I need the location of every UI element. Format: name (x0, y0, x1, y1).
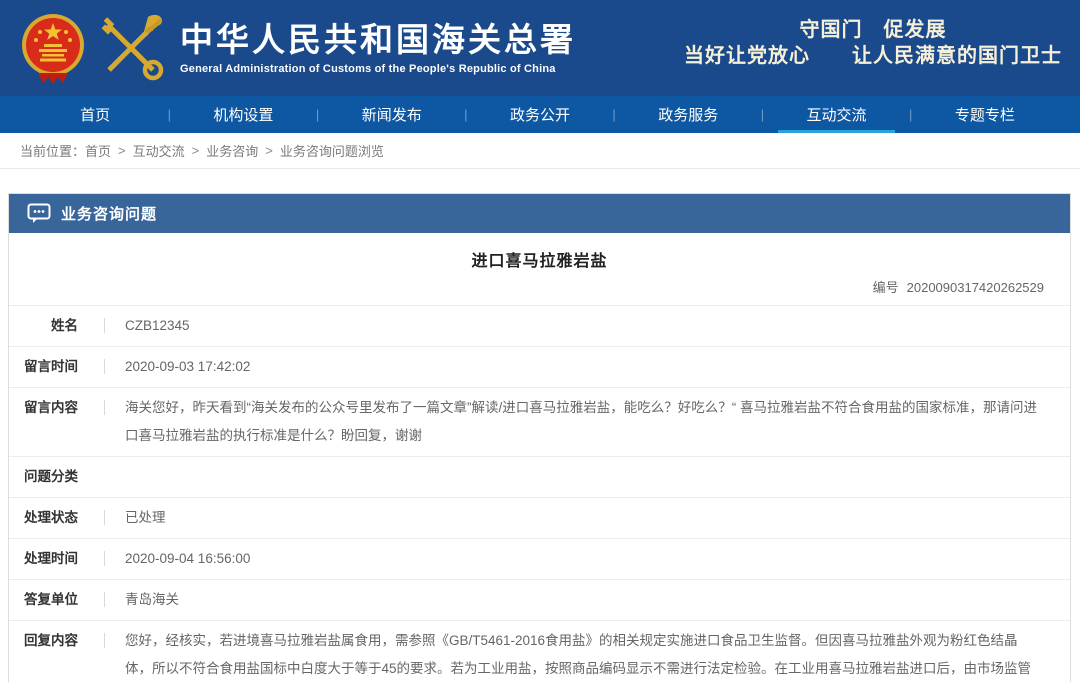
field-label: 留言内容 (9, 388, 104, 428)
subject-block: 进口喜马拉雅岩盐 编号 2020090317420262529 (9, 233, 1070, 306)
nav-separator: | (757, 96, 767, 133)
breadcrumb-link-home[interactable]: 首页 (85, 141, 111, 160)
table-row-message-content: 留言内容 海关您好，昨天看到“海关发布的公众号里发布了一篇文章”解读/进口喜马拉… (9, 388, 1070, 457)
slogan-line-1: 守国门 促发展 (684, 17, 1062, 43)
field-value: 您好，经核实，若进境喜马拉雅岩盐属食用，需参照《GB/T5461-2016食用盐… (105, 621, 1070, 682)
serial-label: 编号 (873, 280, 899, 295)
customs-key-caduceus-icon (96, 11, 166, 85)
nav-item-organization[interactable]: 机构设置 (174, 96, 312, 133)
slogan-block: 守国门 促发展 当好让党放心 让人民满意的国门卫士 (684, 17, 1062, 69)
field-value: 青岛海关 (105, 580, 1070, 620)
site-title: 中华人民共和国海关总署 (180, 22, 576, 58)
comment-bubble-icon (27, 203, 51, 225)
field-label: 回复内容 (9, 621, 104, 661)
field-value (105, 457, 1070, 497)
table-row-status: 处理状态 已处理 (9, 498, 1070, 539)
serial-line: 编号 2020090317420262529 (35, 277, 1044, 296)
table-row-name: 姓名 CZB12345 (9, 306, 1070, 347)
consultation-panel: 业务咨询问题 进口喜马拉雅岩盐 编号 2020090317420262529 姓名… (8, 193, 1071, 682)
breadcrumb-separator: > (265, 143, 273, 158)
field-value: 2020-09-03 17:42:02 (105, 347, 1070, 387)
serial-number: 2020090317420262529 (907, 280, 1044, 295)
nav-item-gov-disclosure[interactable]: 政务公开 (471, 96, 609, 133)
field-label: 留言时间 (9, 347, 104, 387)
field-label: 问题分类 (9, 457, 104, 497)
nav-separator: | (313, 96, 323, 133)
site-subtitle: General Administration of Customs of the… (180, 63, 576, 75)
breadcrumb-separator: > (192, 143, 200, 158)
breadcrumb-prefix: 当前位置： (20, 141, 85, 160)
nav-separator: | (609, 96, 619, 133)
nav-item-interaction[interactable]: 互动交流 (767, 96, 905, 133)
field-value: 已处理 (105, 498, 1070, 538)
nav-item-gov-services[interactable]: 政务服务 (619, 96, 757, 133)
slogan-line-2: 当好让党放心 让人民满意的国门卫士 (684, 43, 1062, 69)
breadcrumb: 当前位置： 首页 > 互动交流 > 业务咨询 > 业务咨询问题浏览 (0, 133, 1080, 169)
field-value: 2020-09-04 16:56:00 (105, 539, 1070, 579)
breadcrumb-link-consultation[interactable]: 业务咨询 (206, 141, 258, 160)
breadcrumb-separator: > (118, 143, 126, 158)
nav-item-special-topics[interactable]: 专题专栏 (916, 96, 1054, 133)
main-nav: 首页 | 机构设置 | 新闻发布 | 政务公开 | 政务服务 | 互动交流 | … (0, 96, 1080, 133)
breadcrumb-link-interaction[interactable]: 互动交流 (133, 141, 185, 160)
panel-header: 业务咨询问题 (9, 194, 1070, 233)
table-row-category: 问题分类 (9, 457, 1070, 498)
table-row-reply-unit: 答复单位 青岛海关 (9, 580, 1070, 621)
field-label: 处理状态 (9, 498, 104, 538)
panel-title: 业务咨询问题 (61, 203, 157, 224)
subject-title: 进口喜马拉雅岩盐 (35, 247, 1044, 271)
site-title-block[interactable]: 中华人民共和国海关总署 General Administration of Cu… (180, 22, 576, 75)
nav-separator: | (164, 96, 174, 133)
nav-item-news[interactable]: 新闻发布 (323, 96, 461, 133)
field-value: 海关您好，昨天看到“海关发布的公众号里发布了一篇文章”解读/进口喜马拉雅岩盐，能… (105, 388, 1070, 456)
table-row-reply-content: 回复内容 您好，经核实，若进境喜马拉雅岩盐属食用，需参照《GB/T5461-20… (9, 621, 1070, 682)
table-row-process-time: 处理时间 2020-09-04 16:56:00 (9, 539, 1070, 580)
field-label: 答复单位 (9, 580, 104, 620)
site-header: 中华人民共和国海关总署 General Administration of Cu… (0, 0, 1080, 96)
nav-separator: | (461, 96, 471, 133)
table-row-message-time: 留言时间 2020-09-03 17:42:02 (9, 347, 1070, 388)
field-value: CZB12345 (105, 306, 1070, 346)
breadcrumb-current-page: 业务咨询问题浏览 (280, 141, 384, 160)
nav-separator: | (906, 96, 916, 133)
field-label: 处理时间 (9, 539, 104, 579)
national-emblem-icon (16, 11, 90, 85)
nav-item-home[interactable]: 首页 (26, 96, 164, 133)
field-label: 姓名 (9, 306, 104, 346)
